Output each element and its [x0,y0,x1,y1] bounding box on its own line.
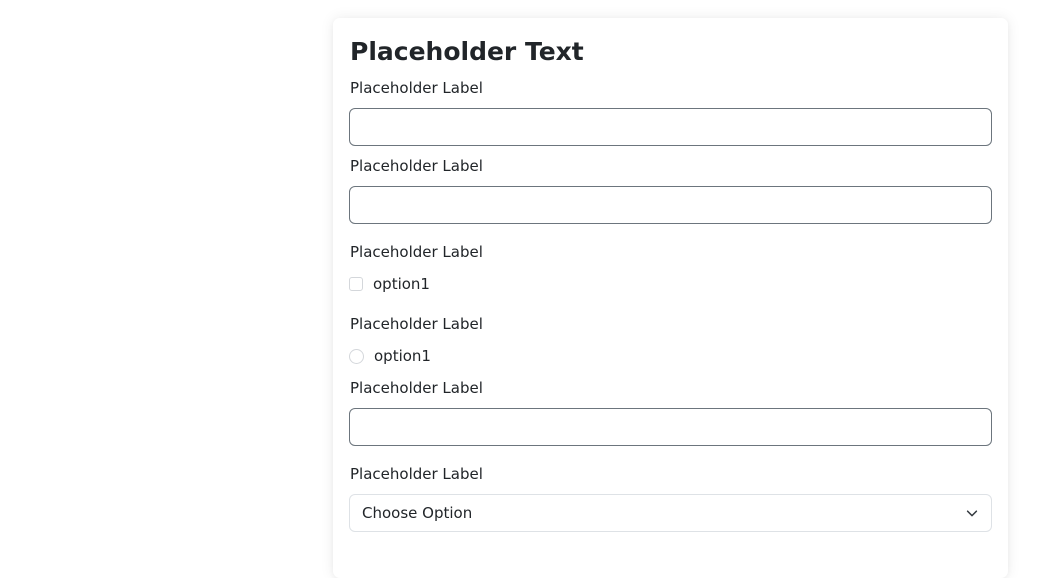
option-select[interactable]: Choose Option [349,494,992,532]
checkbox-option[interactable]: option1 [349,274,430,294]
field-label: Placeholder Label [350,79,483,97]
form-card: Placeholder Text Placeholder Label Place… [333,18,1008,578]
select-value: Choose Option [362,504,473,522]
text-input-2[interactable] [349,186,992,224]
text-input-1[interactable] [349,108,992,146]
field-label: Placeholder Label [350,315,483,333]
form-title: Placeholder Text [350,37,584,66]
field-label: Placeholder Label [350,157,483,175]
field-label: Placeholder Label [350,243,483,261]
field-label: Placeholder Label [350,379,483,397]
text-input-3[interactable] [349,408,992,446]
radio-option-label: option1 [374,347,431,365]
chevron-down-icon [966,510,978,517]
radio-button[interactable] [349,348,364,364]
checkbox[interactable] [349,277,363,291]
field-label: Placeholder Label [350,465,483,483]
checkbox-option-label: option1 [373,275,430,293]
radio-option[interactable]: option1 [349,346,431,366]
